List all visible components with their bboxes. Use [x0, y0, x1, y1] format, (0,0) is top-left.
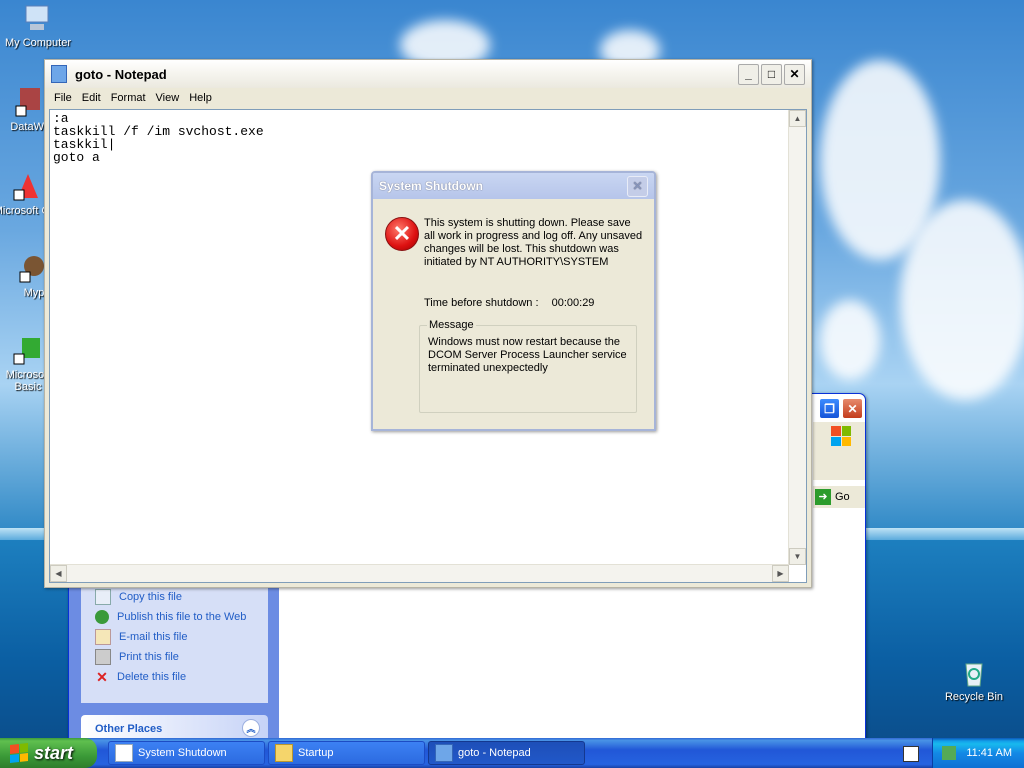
shutdown-warning-text: This system is shutting down. Please sav…	[424, 217, 643, 268]
keyboard-icon[interactable]	[903, 746, 919, 762]
menu-edit[interactable]: Edit	[77, 92, 106, 104]
desktop-icon-label: Myp	[23, 287, 45, 299]
window-title: goto - Notepad	[75, 66, 167, 82]
task-label: Print this file	[119, 651, 179, 663]
scroll-up-arrow-icon[interactable]: ▲	[789, 110, 806, 127]
task-copy-file[interactable]: Copy this file	[81, 587, 268, 607]
task-email-file[interactable]: E-mail this file	[81, 627, 268, 647]
desktop-icon-label: My Computer	[4, 37, 72, 49]
system-shutdown-dialog[interactable]: System Shutdown ✕ ✕ This system is shutt…	[371, 171, 656, 431]
desktop-icon-recycle-bin[interactable]: Recycle Bin	[938, 656, 1010, 703]
shortcut-icon	[14, 86, 46, 118]
computer-icon	[22, 2, 54, 34]
globe-icon	[95, 610, 109, 624]
network-icon[interactable]	[942, 746, 957, 760]
taskbar-button-startup[interactable]: Startup	[268, 741, 425, 765]
visual-basic-icon	[12, 334, 44, 366]
desktop-icon-my-computer[interactable]: My Computer	[2, 2, 74, 49]
close-button[interactable]: ✕	[784, 63, 805, 85]
start-label: start	[34, 742, 74, 763]
file-tasks-panel: Copy this file Publish this file to the …	[81, 587, 268, 703]
visual-cpp-icon	[12, 170, 44, 202]
task-label: Delete this file	[117, 671, 187, 683]
message-legend: Message	[427, 319, 476, 331]
task-label: Publish this file to the Web	[117, 611, 247, 623]
task-label: E-mail this file	[119, 631, 188, 643]
go-button[interactable]: ➜ Go	[813, 486, 865, 508]
taskbar-button-label: goto - Notepad	[458, 747, 531, 759]
scroll-right-arrow-icon[interactable]: ▶	[772, 565, 789, 582]
task-delete-file[interactable]: ✕ Delete this file	[81, 667, 268, 687]
taskbar-button-notepad[interactable]: goto - Notepad	[428, 741, 585, 765]
toolbar-area	[813, 422, 865, 452]
message-groupbox: Message Windows must now restart because…	[419, 319, 637, 413]
go-arrow-icon: ➜	[815, 489, 831, 505]
shutdown-message: Windows must now restart because the DCO…	[428, 336, 627, 374]
maximize-button[interactable]: □	[761, 63, 782, 85]
close-button[interactable]: ✕	[627, 175, 648, 197]
menu-help[interactable]: Help	[184, 92, 217, 104]
task-print-file[interactable]: Print this file	[81, 647, 268, 667]
email-icon	[95, 629, 111, 645]
windows-flag-icon	[10, 743, 28, 763]
taskbar-button-system-shutdown[interactable]: System Shutdown	[108, 741, 265, 765]
task-label: Copy this file	[119, 591, 182, 603]
notepad-icon	[51, 65, 67, 83]
shutdown-timer: Time before shutdown : 00:00:29	[424, 297, 594, 309]
taskbar: start System Shutdown Startup goto - Not…	[0, 738, 1024, 768]
windows-logo-icon	[831, 426, 851, 446]
minimize-button[interactable]: _	[738, 63, 759, 85]
clock[interactable]: 11:41 AM	[966, 747, 1012, 759]
taskbar-button-label: Startup	[298, 747, 334, 759]
error-icon: ✕	[385, 217, 419, 251]
desktop-icon-label: Recycle Bin	[944, 691, 1004, 703]
maximize-button[interactable]: ❐	[819, 398, 840, 419]
system-tray: 11:41 AM	[932, 738, 1024, 768]
notepad-icon	[435, 744, 453, 762]
taskbar-button-label: System Shutdown	[138, 747, 227, 759]
menu-bar: File Edit Format View Help	[45, 88, 811, 107]
window-icon	[115, 744, 133, 762]
folder-icon	[275, 744, 293, 762]
go-label: Go	[835, 491, 850, 503]
menu-format[interactable]: Format	[106, 92, 151, 104]
printer-icon	[95, 649, 111, 665]
menu-view[interactable]: View	[151, 92, 185, 104]
copy-icon	[95, 589, 111, 605]
menu-file[interactable]: File	[49, 92, 77, 104]
timer-value: 00:00:29	[551, 297, 595, 309]
task-pane: Copy this file Publish this file to the …	[69, 587, 279, 739]
other-places-header[interactable]: Other Places ︽	[81, 715, 268, 739]
start-button[interactable]: start	[0, 738, 97, 768]
scroll-down-arrow-icon[interactable]: ▼	[789, 548, 806, 565]
timer-label: Time before shutdown :	[424, 297, 539, 309]
vertical-scrollbar[interactable]: ▲ ▼	[788, 110, 806, 565]
delete-x-icon: ✕	[96, 669, 108, 685]
chevron-up-icon[interactable]: ︽	[242, 719, 260, 737]
scroll-left-arrow-icon[interactable]: ◀	[50, 565, 67, 582]
task-publish-web[interactable]: Publish this file to the Web	[81, 607, 268, 627]
notepad-titlebar[interactable]: goto - Notepad _ □ ✕	[45, 60, 811, 88]
dialog-titlebar[interactable]: System Shutdown ✕	[373, 173, 654, 199]
other-places-label: Other Places	[95, 723, 163, 735]
close-button[interactable]: ✕	[842, 398, 863, 419]
dialog-title: System Shutdown	[379, 179, 484, 193]
horizontal-scrollbar[interactable]: ◀ ▶	[50, 564, 789, 582]
editor-content[interactable]: :a taskkill /f /im svchost.exe taskkil| …	[50, 110, 806, 166]
recycle-bin-icon	[958, 656, 990, 688]
explorer-window-controls: ❐ ✕	[817, 398, 863, 419]
